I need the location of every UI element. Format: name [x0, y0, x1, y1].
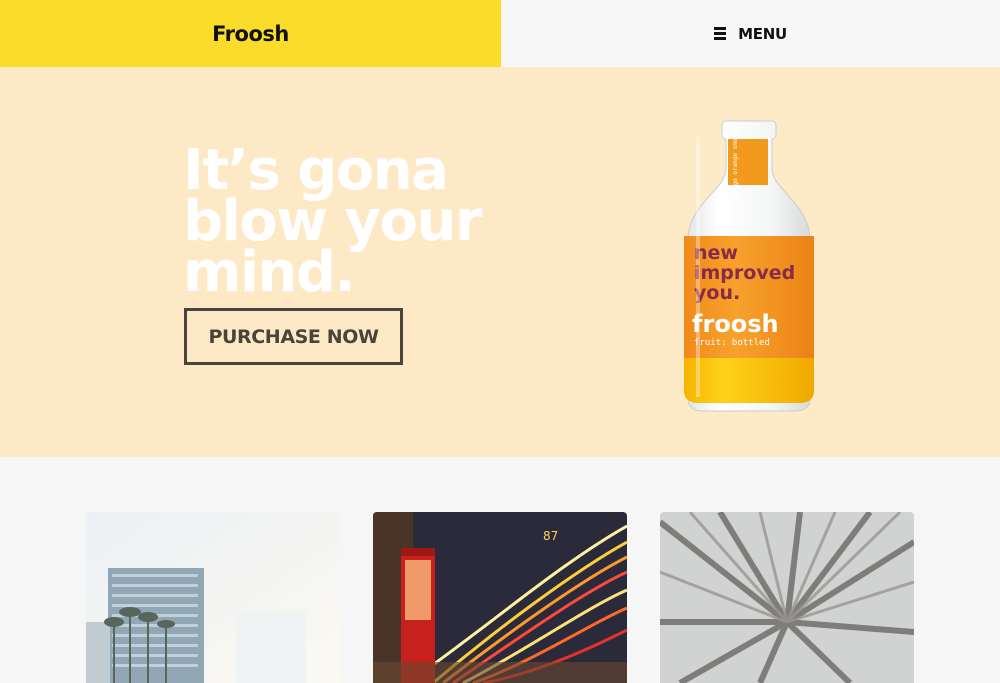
label-line-2: improved	[694, 262, 795, 284]
label-line-1: new	[694, 242, 738, 264]
menu-label: MENU	[738, 24, 787, 43]
phone-booth-card[interactable]: 87	[373, 512, 627, 683]
bus-number-text: 87	[543, 529, 558, 543]
city-building-card[interactable]	[86, 512, 340, 683]
brand-block[interactable]: Froosh	[0, 0, 501, 67]
image-cards-section: 87	[0, 457, 1000, 683]
brand-logo[interactable]: Froosh	[212, 22, 289, 46]
menu-button[interactable]: MENU	[501, 0, 1000, 67]
label-line-3: you.	[694, 282, 740, 304]
purchase-now-button[interactable]: PURCHASE NOW	[184, 308, 403, 365]
hero-section: It’s gona blow your mind. PURCHASE NOW m…	[0, 67, 1000, 457]
purchase-now-label: PURCHASE NOW	[208, 325, 379, 348]
site-header: Froosh MENU	[0, 0, 1000, 67]
juice-bottle-image: mango orange smooth new improved you. fr…	[676, 117, 822, 417]
cap-label-text: mango orange smooth	[732, 127, 739, 196]
label-brand: froosh	[692, 310, 779, 338]
forest-card[interactable]	[660, 512, 914, 683]
hero-headline: It’s gona blow your mind.	[183, 138, 482, 305]
hamburger-icon	[714, 27, 727, 40]
city-building-image	[86, 512, 340, 683]
label-subtitle: fruit: bottled	[694, 338, 770, 348]
forest-canopy-image	[660, 512, 914, 683]
phone-booth-light-trails-image: 87	[373, 512, 627, 683]
